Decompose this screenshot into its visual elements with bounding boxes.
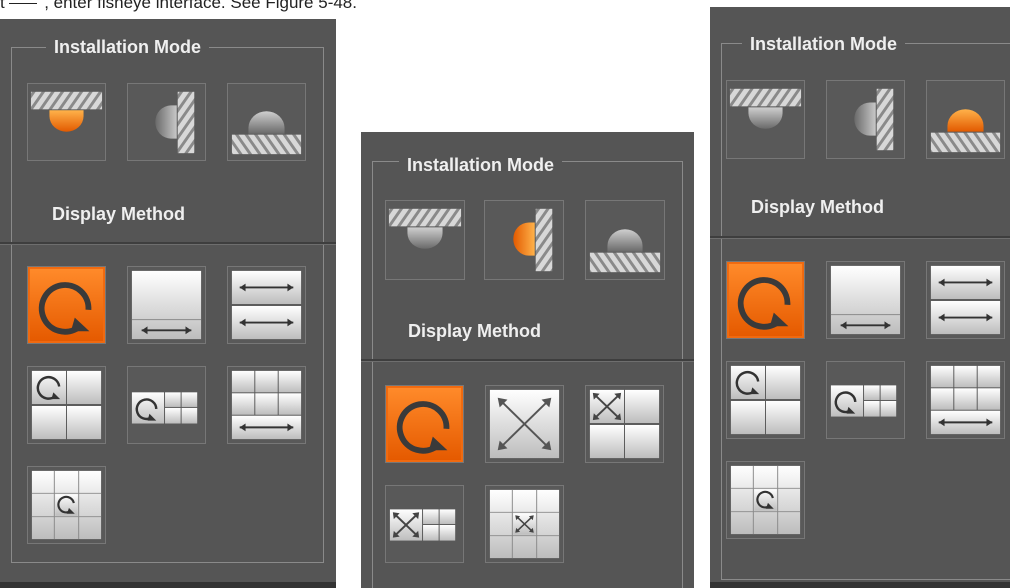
display-original-plus-3-button[interactable] [726, 361, 805, 439]
install-ground-button[interactable] [227, 83, 306, 161]
fisheye-panel-wall: Installation Mode Display Method [361, 132, 694, 588]
original-view-icon [727, 262, 804, 338]
ground-mount-icon [586, 201, 664, 279]
install-ceiling-button[interactable] [385, 200, 465, 280]
ceiling-mount-icon [727, 81, 804, 158]
install-ceiling-button[interactable] [726, 80, 805, 159]
document-caption: t , enter fisheye interface. See Figure … [0, 0, 357, 13]
caption-text: , enter fisheye interface. See Figure 5-… [44, 0, 357, 12]
display-method-title: Display Method [52, 204, 186, 224]
display-original-view-button[interactable] [27, 266, 106, 344]
install-ground-button[interactable] [926, 80, 1005, 159]
install-wall-button[interactable] [826, 80, 905, 159]
display-epan-plus-4-button[interactable] [385, 485, 464, 563]
original-view-icon [28, 267, 105, 343]
original-plus-four-icon [827, 362, 904, 438]
ground-mount-icon [228, 84, 305, 160]
original-plus-three-icon [727, 362, 804, 438]
install-wall-button[interactable] [484, 200, 564, 280]
wall-mount-icon [485, 201, 563, 279]
panorama-plus-four-icon [927, 362, 1004, 438]
panorama-icon [827, 262, 904, 338]
display-double-panorama-button[interactable] [227, 266, 306, 344]
display-original-view-button[interactable] [726, 261, 805, 339]
display-original-plus-8-button[interactable] [726, 461, 805, 539]
display-original-plus-3-button[interactable] [27, 366, 106, 444]
panel-bottom-edge [710, 582, 1010, 588]
caption-prefix: t [0, 0, 5, 12]
expand-plus-four-icon [386, 486, 463, 562]
expand-arrows-icon [486, 386, 563, 462]
installation-mode-title: Installation Mode [46, 36, 210, 58]
install-ground-button[interactable] [585, 200, 665, 280]
display-method-title: Display Method [408, 321, 542, 341]
original-plus-three-icon [28, 367, 105, 443]
fisheye-panel-ground: Installation Mode Display Method [710, 7, 1010, 588]
section-divider [0, 242, 336, 245]
double-panorama-icon [228, 267, 305, 343]
install-ceiling-button[interactable] [27, 83, 106, 161]
display-single-panorama-button[interactable] [826, 261, 905, 339]
display-epan-plus-3-button[interactable] [585, 385, 664, 463]
double-panorama-icon [927, 262, 1004, 338]
original-plus-four-icon [128, 367, 205, 443]
panorama-icon [128, 267, 205, 343]
installation-mode-title: Installation Mode [742, 33, 906, 55]
installation-mode-title: Installation Mode [399, 154, 563, 176]
display-original-view-button[interactable] [385, 385, 464, 463]
install-wall-button[interactable] [127, 83, 206, 161]
display-original-plus-4-button[interactable] [826, 361, 905, 439]
display-double-panorama-button[interactable] [926, 261, 1005, 339]
display-panorama-plus-4-button[interactable] [926, 361, 1005, 439]
display-original-plus-4-button[interactable] [127, 366, 206, 444]
display-original-plus-8-button[interactable] [27, 466, 106, 544]
original-plus-eight-icon [727, 462, 804, 538]
fisheye-button-icon [9, 0, 38, 4]
display-single-epan-button[interactable] [485, 385, 564, 463]
display-epan-plus-8-button[interactable] [485, 485, 564, 563]
section-divider [710, 236, 1010, 239]
original-view-icon [386, 386, 463, 462]
display-method-title: Display Method [751, 197, 885, 217]
section-divider [361, 359, 694, 362]
ceiling-mount-icon [386, 201, 464, 279]
fisheye-panel-ceiling: Installation Mode Display Method [0, 19, 336, 588]
ground-mount-icon [927, 81, 1004, 158]
display-panorama-plus-4-button[interactable] [227, 366, 306, 444]
expand-plus-three-icon [586, 386, 663, 462]
wall-mount-icon [827, 81, 904, 158]
expand-plus-eight-icon [486, 486, 563, 562]
original-plus-eight-icon [28, 467, 105, 543]
ceiling-mount-icon [28, 84, 105, 160]
panel-bottom-edge [0, 582, 336, 588]
wall-mount-icon [128, 84, 205, 160]
panorama-plus-four-icon [228, 367, 305, 443]
display-single-panorama-button[interactable] [127, 266, 206, 344]
